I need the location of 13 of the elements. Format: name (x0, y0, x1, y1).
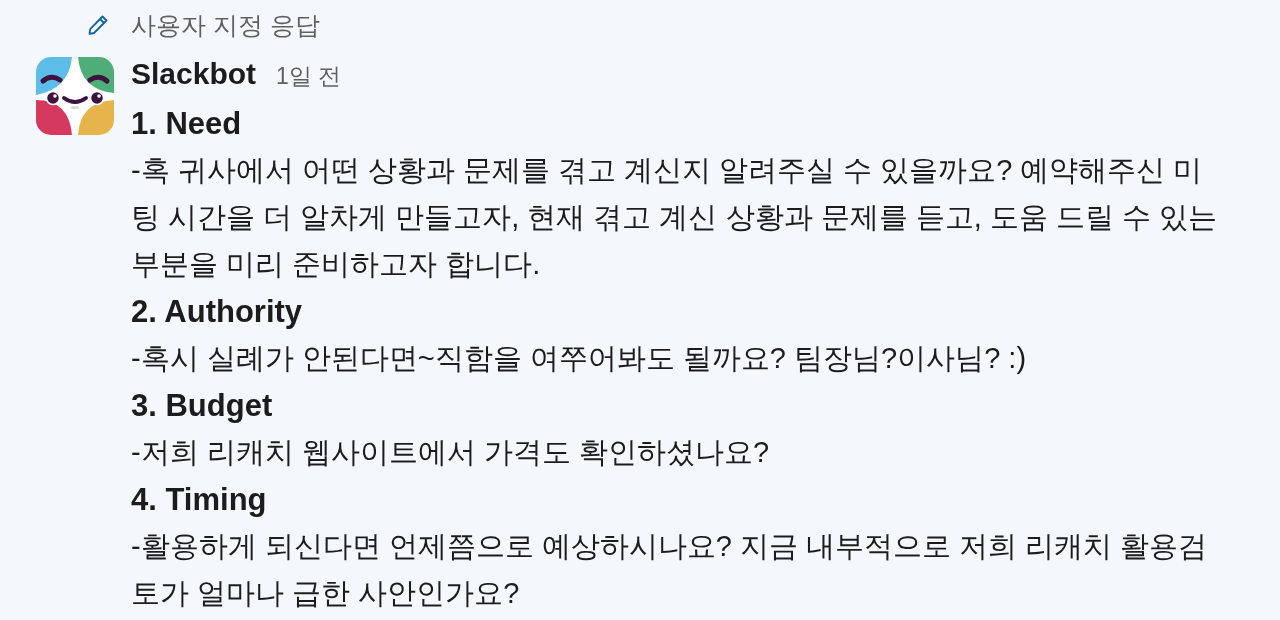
message-paragraph: -혹시 실례가 안된다면~직함을 여쭈어봐도 될까요? 팀장님?이사님? :) (131, 341, 1028, 376)
section-heading: 2. Authority (131, 293, 304, 331)
section-heading: 4. Timing (131, 481, 268, 519)
sender-name[interactable]: Slackbot (131, 50, 257, 97)
message-time[interactable]: 1일 전 (276, 53, 342, 100)
message-paragraph: -활용하게 되신다면 언제쯤으로 예상하시나요? 지금 내부적으로 저희 리캐치 활용검토가 얼마나 급한 사안인가요? (131, 529, 1209, 611)
message-paragraph: -저희 리캐치 웹사이트에서 가격도 확인하셨나요? (131, 435, 770, 470)
custom-response-label: 사용자 지정 응답 (131, 10, 320, 41)
message-paragraph: -혹 귀사에서 어떤 상황과 문제를 겪고 계신지 알려주실 수 있을까요? 예약해주신 미팅 시간을 더 알차게 만들고자, 현재 겪고 계신 상황과 문제를 듣고, 도움 드릴 수 있는 부분을 미리 준비하고자 합니다. (131, 153, 1218, 282)
pencil-icon (87, 14, 109, 36)
section-heading: 1. Need (131, 105, 243, 143)
section-heading: 3. Budget (131, 387, 274, 425)
avatar-icon (36, 57, 114, 135)
